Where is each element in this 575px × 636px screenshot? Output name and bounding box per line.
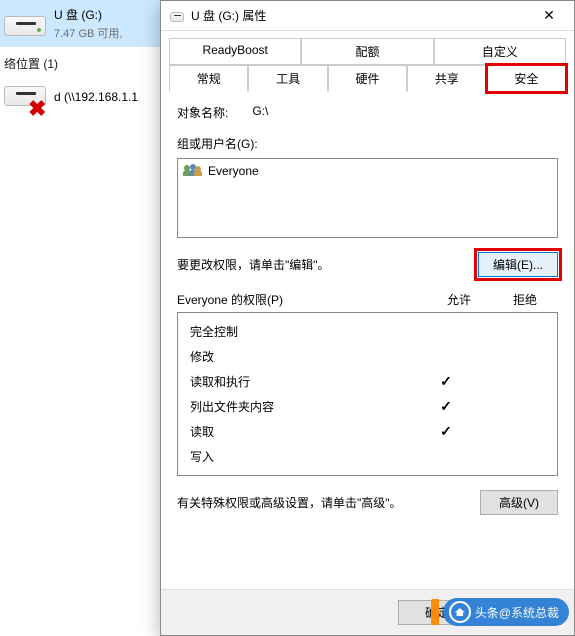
check-icon bbox=[440, 398, 452, 414]
permission-name: 读取 bbox=[190, 423, 413, 440]
network-section-label: 络位置 (1) bbox=[0, 47, 160, 76]
explorer-pane: U 盘 (G:) 7.47 GB 可用, 络位置 (1) ✖ d (\\192.… bbox=[0, 0, 160, 636]
permission-row: 写入 bbox=[178, 444, 557, 469]
check-icon bbox=[440, 373, 452, 389]
permission-row: 读取和执行 bbox=[178, 369, 557, 394]
usb-drive-icon bbox=[169, 8, 185, 24]
permission-row: 完全控制 bbox=[178, 319, 557, 344]
permission-name: 读取和执行 bbox=[190, 373, 413, 390]
permission-allow bbox=[413, 423, 479, 440]
cancel-button[interactable]: 取消 bbox=[484, 600, 562, 625]
dialog-buttons: 确定 取消 bbox=[161, 589, 574, 635]
close-button[interactable]: ✕ bbox=[528, 2, 570, 30]
permission-name: 写入 bbox=[190, 448, 413, 465]
permission-row: 列出文件夹内容 bbox=[178, 394, 557, 419]
principal-item[interactable]: Everyone bbox=[182, 163, 553, 179]
permission-name: 完全控制 bbox=[190, 323, 413, 340]
tab-customize[interactable]: 自定义 bbox=[434, 38, 566, 65]
object-name-value: G:\ bbox=[252, 104, 268, 121]
tab-hardware[interactable]: 硬件 bbox=[328, 65, 407, 92]
tab-sharing[interactable]: 共享 bbox=[407, 65, 486, 92]
object-name-label: 对象名称: bbox=[177, 104, 228, 121]
group-icon bbox=[184, 164, 202, 178]
tabs: ReadyBoost 配额 自定义 常规 工具 硬件 共享 安全 bbox=[161, 31, 574, 92]
edit-hint: 要更改权限，请单击"编辑"。 bbox=[177, 256, 330, 273]
drive-item[interactable]: U 盘 (G:) 7.47 GB 可用, bbox=[0, 0, 160, 47]
advanced-button[interactable]: 高级(V) bbox=[480, 490, 558, 515]
principal-name: Everyone bbox=[208, 164, 259, 178]
drive-subtext: 7.47 GB 可用, bbox=[54, 25, 122, 41]
network-drive-icon: ✖ bbox=[4, 82, 48, 112]
advanced-hint: 有关特殊权限或高级设置，请单击"高级"。 bbox=[177, 494, 472, 511]
permission-row: 修改 bbox=[178, 344, 557, 369]
permission-name: 列出文件夹内容 bbox=[190, 398, 413, 415]
ok-button[interactable]: 确定 bbox=[398, 600, 476, 625]
check-icon bbox=[440, 423, 452, 439]
permission-allow bbox=[413, 373, 479, 390]
tab-security[interactable]: 安全 bbox=[487, 65, 566, 92]
tab-quota[interactable]: 配额 bbox=[301, 38, 433, 65]
group-users-label: 组或用户名(G): bbox=[177, 135, 558, 152]
col-deny: 拒绝 bbox=[492, 291, 558, 308]
tab-row-1: ReadyBoost 配额 自定义 bbox=[169, 37, 566, 64]
permission-row: 读取 bbox=[178, 419, 557, 444]
disconnected-x-icon: ✖ bbox=[28, 96, 46, 122]
principals-listbox[interactable]: Everyone bbox=[177, 158, 558, 238]
permission-allow bbox=[413, 398, 479, 415]
usb-drive-icon bbox=[4, 6, 48, 36]
drive-name: U 盘 (G:) bbox=[54, 6, 122, 23]
tab-readyboost[interactable]: ReadyBoost bbox=[169, 38, 301, 65]
tab-tools[interactable]: 工具 bbox=[248, 65, 327, 92]
tab-general[interactable]: 常规 bbox=[169, 65, 248, 92]
properties-dialog: U 盘 (G:) 属性 ✕ ReadyBoost 配额 自定义 常规 工具 硬件… bbox=[160, 0, 575, 636]
permissions-list: 完全控制修改读取和执行列出文件夹内容读取写入 bbox=[177, 312, 558, 476]
network-drive-item[interactable]: ✖ d (\\192.168.1.1 bbox=[0, 76, 160, 118]
col-allow: 允许 bbox=[426, 291, 492, 308]
edit-button[interactable]: 编辑(E)... bbox=[478, 252, 558, 277]
titlebar[interactable]: U 盘 (G:) 属性 ✕ bbox=[161, 1, 574, 31]
security-panel: 对象名称: G:\ 组或用户名(G): Everyone 要更改权限，请单击"编… bbox=[161, 92, 574, 589]
close-icon: ✕ bbox=[543, 7, 555, 24]
tab-row-2: 常规 工具 硬件 共享 安全 bbox=[169, 64, 566, 92]
permissions-title: Everyone 的权限(P) bbox=[177, 291, 426, 308]
permission-name: 修改 bbox=[190, 348, 413, 365]
network-drive-name: d (\\192.168.1.1 bbox=[54, 90, 138, 104]
dialog-title: U 盘 (G:) 属性 bbox=[191, 7, 528, 24]
